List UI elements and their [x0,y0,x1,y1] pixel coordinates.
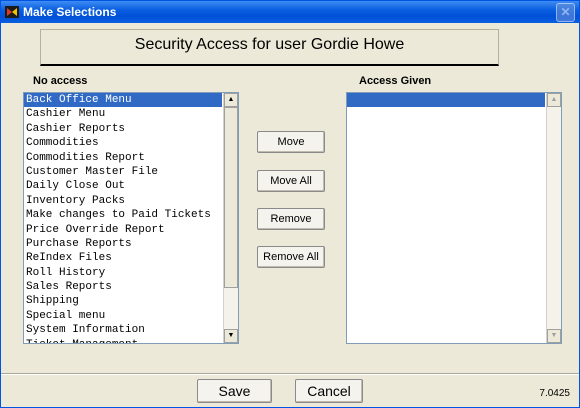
list-item[interactable]: Cashier Reports [24,122,222,136]
access-given-listbox[interactable]: ▲ ▼ [346,92,562,344]
list-item[interactable]: Back Office Menu [24,93,222,108]
cancel-button[interactable]: Cancel [295,379,363,403]
access-given-label: Access Given [359,75,432,87]
app-logo-icon [5,6,19,18]
save-button[interactable]: Save [197,379,272,403]
list-item[interactable]: Shipping [24,294,222,308]
list-item[interactable]: Price Override Report [24,223,222,237]
page-title: Security Access for user Gordie Howe [134,36,405,53]
list-item[interactable]: Roll History [24,266,222,280]
list-item[interactable]: Special menu [24,309,222,323]
list-item[interactable]: Purchase Reports [24,237,222,251]
scroll-up-arrow-icon: ▲ [547,93,561,107]
list-item[interactable]: Commodities [24,136,222,150]
no-access-label: No access [33,75,88,87]
access-given-items [347,93,545,343]
no-access-items: Back Office Menu Cashier Menu Cashier Repo… [24,93,222,343]
remove-all-button[interactable]: Remove All [257,246,325,268]
scroll-thumb[interactable] [224,107,238,288]
close-icon: ✕ [560,5,571,19]
version-label: 7.0425 [539,388,570,399]
no-access-listbox[interactable]: Back Office Menu Cashier Menu Cashier Repo… [23,92,239,344]
footer-separator [1,373,579,375]
list-item[interactable]: ReIndex Files [24,251,222,265]
list-item[interactable] [347,93,545,108]
list-item[interactable]: Make changes to Paid Tickets [24,208,222,222]
no-access-scrollbar[interactable]: ▲ ▼ [223,93,238,343]
heading-panel: Security Access for user Gordie Howe [40,29,499,66]
list-item[interactable]: Inventory Packs [24,194,222,208]
move-all-button[interactable]: Move All [257,170,325,192]
list-item[interactable]: Customer Master File [24,165,222,179]
make-selections-window: Make Selections ✕ Security Access for us… [0,0,580,408]
list-item[interactable]: Commodities Report [24,151,222,165]
list-item[interactable]: Sales Reports [24,280,222,294]
scroll-up-arrow-icon[interactable]: ▲ [224,93,238,107]
list-item[interactable]: Ticket Management [24,338,222,343]
window-title: Make Selections [23,5,117,19]
move-button[interactable]: Move [257,131,325,153]
close-button[interactable]: ✕ [556,3,575,22]
scroll-down-arrow-icon: ▼ [547,329,561,343]
title-bar[interactable]: Make Selections ✕ [1,1,579,23]
access-given-scrollbar: ▲ ▼ [546,93,561,343]
remove-button[interactable]: Remove [257,208,325,230]
list-item[interactable]: Daily Close Out [24,179,222,193]
list-item[interactable]: Cashier Menu [24,107,222,121]
scroll-down-arrow-icon[interactable]: ▼ [224,329,238,343]
list-item[interactable]: System Information [24,323,222,337]
